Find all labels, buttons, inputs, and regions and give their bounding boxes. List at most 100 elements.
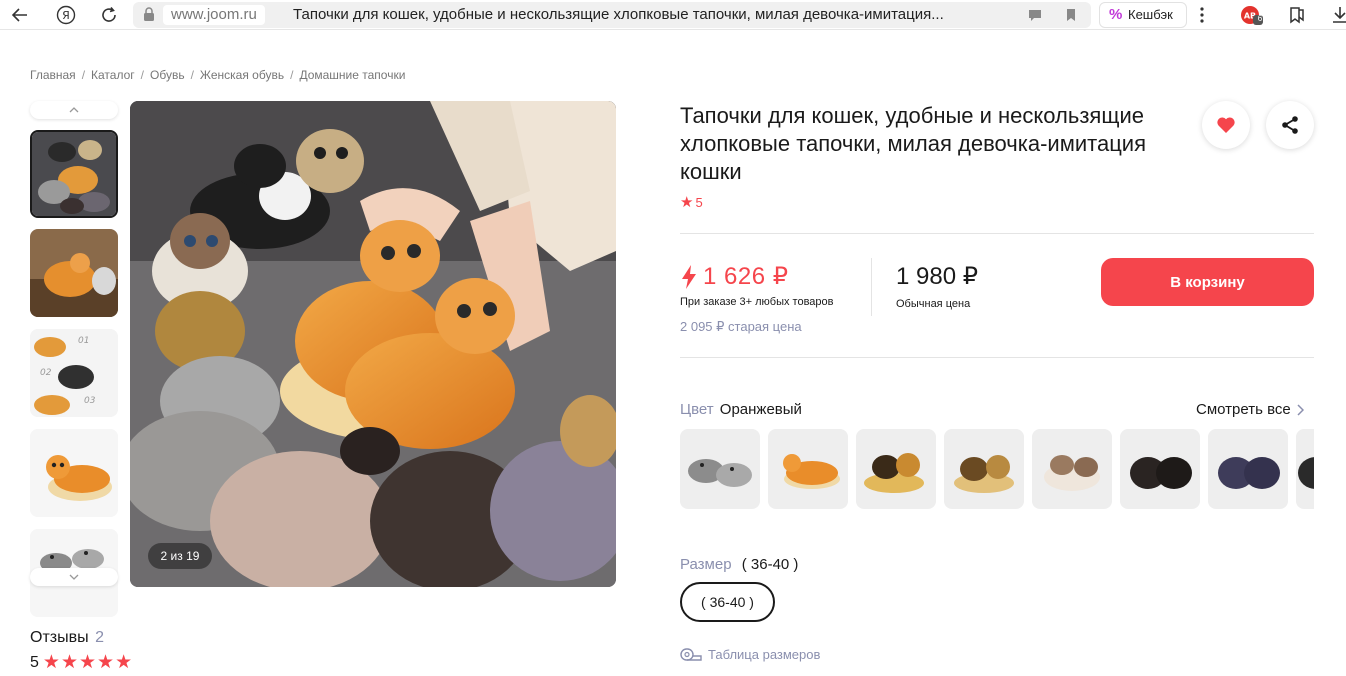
swatch-image (1298, 457, 1314, 489)
thumbnails-scroll-down-button[interactable] (30, 568, 118, 586)
color-swatch-black[interactable] (1120, 429, 1200, 509)
percent-icon: % (1109, 6, 1123, 23)
address-page-title[interactable]: Тапочки для кошек, удобные и нескользящи… (293, 6, 1013, 24)
reviews-rating: 5 ★ ★ ★ ★ ★ (30, 653, 132, 672)
thumbnail-2[interactable] (30, 229, 118, 317)
sale-price-note: При заказе 3+ любых товаров (680, 296, 834, 308)
chevron-up-icon (69, 107, 79, 113)
swatch-image (954, 455, 1014, 493)
thumbnail-1[interactable] (30, 130, 118, 218)
swatch-image (1044, 455, 1100, 491)
star-icon: ★ (42, 652, 60, 673)
lightning-icon (682, 264, 696, 289)
adblock-extension-icon[interactable]: AB 6 (1240, 3, 1264, 27)
star-icon: ★ (97, 652, 115, 673)
product-title: Тапочки для кошек, удобные и нескользящи… (680, 103, 1146, 184)
divider (680, 357, 1314, 358)
swatch-image (1130, 457, 1192, 489)
size-table-label: Таблица размеров (708, 646, 821, 662)
size-table-link[interactable]: Таблица размеров (680, 646, 820, 662)
reviews-rating-value: 5 (30, 653, 39, 671)
collections-icon[interactable] (1285, 3, 1309, 27)
size-option-36-40[interactable]: ( 36-40 ) (680, 582, 775, 622)
add-to-cart-button[interactable]: В корзину (1101, 258, 1314, 306)
product-rating-value: 5 (695, 194, 703, 210)
breadcrumb: Главная / Каталог / Обувь / Женская обувь / … (30, 68, 406, 82)
color-swatch-brown-tabby[interactable] (944, 429, 1024, 509)
product-thumbnail-image (30, 229, 118, 317)
color-label-text: Цвет (680, 401, 714, 418)
breadcrumb-women-shoes[interactable]: Женская обувь (200, 68, 284, 82)
download-icon[interactable] (1328, 3, 1346, 27)
product-thumbnail-image (32, 132, 116, 216)
see-all-label: Смотреть все (1196, 401, 1291, 418)
size-label-text: Размер (680, 556, 732, 573)
regular-price-label: Обычная цена (896, 298, 971, 310)
favorite-button[interactable] (1202, 101, 1250, 149)
swatch-image (864, 453, 924, 493)
star-icon: ★ (115, 652, 133, 673)
swatch-image (688, 459, 752, 487)
swatch-image (1218, 457, 1280, 489)
star-icon: ★ (60, 652, 78, 673)
sale-price-value: 1 626 ₽ (703, 263, 789, 290)
color-value: Оранжевый (719, 401, 802, 418)
rating-stars: ★ ★ ★ ★ ★ (43, 653, 132, 672)
reviews-heading[interactable]: Отзывы 2 (30, 629, 104, 647)
regular-price: 1 980 ₽ (896, 263, 978, 290)
thumb-text-01: 01 (78, 336, 89, 346)
thumbnail-3[interactable]: 01 02 03 (30, 329, 118, 417)
breadcrumb-shoes[interactable]: Обувь (150, 68, 185, 82)
size-value: ( 36-40 ) (741, 556, 799, 573)
color-swatch-gray-tabby[interactable] (680, 429, 760, 509)
extension-badge: 6 (1257, 14, 1263, 23)
color-swatches (680, 429, 1314, 509)
breadcrumb-catalog[interactable]: Каталог (91, 68, 135, 82)
chevron-right-icon (1297, 403, 1304, 416)
sale-price: 1 626 ₽ (681, 262, 789, 291)
product-thumbnail-image: 01 02 03 (30, 329, 118, 417)
swatch-image (783, 454, 840, 489)
reload-icon[interactable] (97, 3, 121, 27)
old-price: 2 095 ₽ старая цена (680, 319, 802, 334)
color-swatch-dark[interactable] (1296, 429, 1314, 509)
product-photo (130, 101, 616, 587)
back-icon[interactable] (8, 3, 32, 27)
lock-icon (144, 7, 154, 21)
heart-icon (1217, 117, 1235, 133)
divider (680, 233, 1314, 234)
tape-measure-icon (680, 648, 702, 661)
svg-text:Я: Я (62, 9, 70, 22)
color-swatch-orange[interactable] (768, 429, 848, 509)
bookmark-icon[interactable] (1063, 7, 1079, 23)
product-thumbnail-image (30, 429, 118, 517)
thumbnail-4[interactable] (30, 429, 118, 517)
color-swatch-navy[interactable] (1208, 429, 1288, 509)
share-button[interactable] (1266, 101, 1314, 149)
address-bar[interactable]: www.joom.ru Тапочки для кошек, удобные и… (133, 2, 1091, 28)
color-swatch-calico[interactable] (856, 429, 936, 509)
thumb-text-03: 03 (84, 396, 96, 406)
yandex-icon[interactable]: Я (54, 3, 78, 27)
see-all-colors-link[interactable]: Смотреть все (1196, 401, 1304, 418)
gallery-counter: 2 из 19 (148, 543, 212, 569)
star-icon: ★ (79, 652, 97, 673)
thumbnails-scroll-up-button[interactable] (30, 101, 118, 119)
comment-icon[interactable] (1027, 7, 1043, 23)
more-vertical-icon[interactable] (1190, 3, 1214, 27)
star-icon: ★ (680, 194, 694, 211)
address-domain[interactable]: www.joom.ru (163, 5, 265, 25)
color-swatch-siamese[interactable] (1032, 429, 1112, 509)
share-icon (1282, 116, 1298, 134)
cashback-button[interactable]: % Кешбэк (1099, 2, 1187, 28)
reviews-title: Отзывы (30, 629, 89, 646)
reviews-count: 2 (95, 629, 104, 646)
breadcrumb-home-slippers[interactable]: Домашние тапочки (299, 68, 405, 82)
main-product-image[interactable] (130, 101, 616, 587)
breadcrumb-home[interactable]: Главная (30, 68, 76, 82)
thumb-text-02: 02 (40, 368, 52, 378)
browser-toolbar: Я www.joom.ru Тапочки для кошек, удобные… (0, 0, 1346, 30)
product-rating[interactable]: ★ 5 (680, 193, 703, 211)
cashback-label: Кешбэк (1128, 7, 1173, 22)
price-separator (871, 258, 872, 316)
